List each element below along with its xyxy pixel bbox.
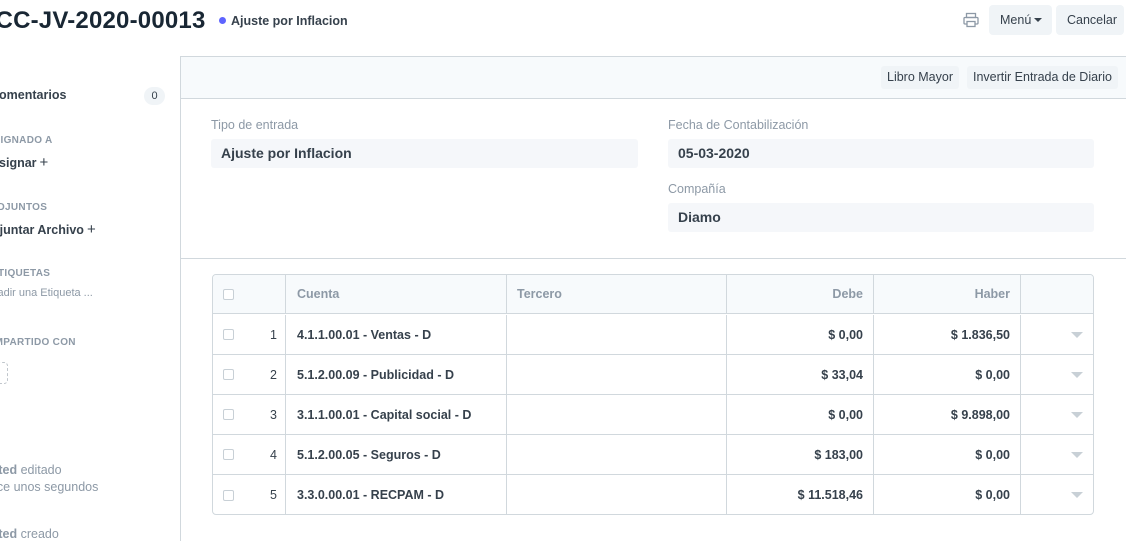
comments-count-badge: 0 xyxy=(144,87,165,105)
company-label: Compañía xyxy=(668,182,726,196)
status-label: Ajuste por Inflacion xyxy=(231,14,348,28)
general-ledger-button[interactable]: Libro Mayor xyxy=(881,66,959,89)
edited-time: hace unos segundos xyxy=(0,480,99,494)
table-row[interactable]: 4 5.1.2.00.05 - Seguros - D $ 183,00 $ 0… xyxy=(213,435,1093,475)
row-checkbox[interactable] xyxy=(223,435,234,474)
table-row[interactable]: 1 4.1.1.00.01 - Ventas - D $ 0,00 $ 1.83… xyxy=(213,315,1093,355)
row-checkbox[interactable] xyxy=(223,395,234,434)
page-header: ACC-JV-2020-00013 Ajuste por Inflacion M… xyxy=(0,0,1126,44)
credit-cell[interactable]: $ 0,00 xyxy=(874,355,1010,394)
company-field[interactable]: Diamo xyxy=(668,203,1094,232)
edited-user[interactable]: Sted xyxy=(0,463,17,477)
tags-heading: ETIQUETAS xyxy=(0,268,51,279)
add-share-button[interactable] xyxy=(0,362,8,384)
created-info: Sted creado xyxy=(0,527,59,541)
posting-date-label: Fecha de Contabilización xyxy=(668,118,809,132)
sidebar: Comentarios 0 ASIGNADO A Asignar+ ADJUNT… xyxy=(0,57,180,541)
debit-cell[interactable]: $ 11.518,46 xyxy=(727,475,863,514)
column-header-party[interactable]: Tercero xyxy=(517,275,562,313)
table-header: Cuenta Tercero Debe Haber xyxy=(213,275,1093,314)
column-header-credit[interactable]: Haber xyxy=(874,275,1010,313)
row-index: 2 xyxy=(270,367,277,382)
entry-type-field[interactable]: Ajuste por Inflacion xyxy=(211,139,638,168)
plus-icon: + xyxy=(39,154,49,171)
assign-action-label: Asignar xyxy=(0,156,37,170)
cancel-button[interactable]: Cancelar xyxy=(1056,5,1124,35)
account-cell[interactable]: 3.1.1.00.01 - Capital social - D xyxy=(297,395,471,434)
row-checkbox[interactable] xyxy=(223,315,234,354)
account-cell[interactable]: 5.1.2.00.09 - Publicidad - D xyxy=(297,355,454,394)
accounts-table: Cuenta Tercero Debe Haber 1 4.1.1.00.01 … xyxy=(212,274,1094,515)
created-text: creado xyxy=(20,527,59,541)
row-index: 1 xyxy=(270,327,277,342)
attach-file-label: Adjuntar Archivo xyxy=(0,223,84,237)
debit-cell[interactable]: $ 0,00 xyxy=(727,315,863,354)
menu-button[interactable]: Menú xyxy=(989,5,1052,35)
status-indicator: Ajuste por Inflacion xyxy=(219,14,348,28)
attach-file-action[interactable]: Adjuntar Archivo+ xyxy=(0,221,96,238)
form-toolbar: Libro Mayor Invertir Entrada de Diario xyxy=(181,57,1126,99)
credit-cell[interactable]: $ 1.836,50 xyxy=(874,315,1010,354)
account-cell[interactable]: 4.1.1.00.01 - Ventas - D xyxy=(297,315,431,354)
table-row[interactable]: 3 3.1.1.00.01 - Capital social - D $ 0,0… xyxy=(213,395,1093,435)
column-header-account[interactable]: Cuenta xyxy=(297,275,339,313)
row-checkbox[interactable] xyxy=(223,475,234,514)
menu-button-label: Menú xyxy=(1000,13,1032,27)
document-title: ACC-JV-2020-00013 xyxy=(0,7,206,34)
select-all-checkbox[interactable] xyxy=(223,275,237,313)
credit-cell[interactable]: $ 0,00 xyxy=(874,435,1010,474)
created-user[interactable]: Sted xyxy=(0,527,17,541)
table-row[interactable]: 2 5.1.2.00.09 - Publicidad - D $ 33,04 $… xyxy=(213,355,1093,395)
table-row[interactable]: 5 3.3.0.00.01 - RECPAM - D $ 11.518,46 $… xyxy=(213,475,1093,514)
posting-date-field[interactable]: 05-03-2020 xyxy=(668,139,1094,168)
edited-text: editado xyxy=(20,463,62,477)
debit-cell[interactable]: $ 33,04 xyxy=(727,355,863,394)
entry-type-label: Tipo de entrada xyxy=(211,118,299,132)
add-tag-link[interactable]: Añadir una Etiqueta ... xyxy=(0,287,93,299)
row-expand-icon[interactable] xyxy=(1071,475,1083,514)
debit-cell[interactable]: $ 0,00 xyxy=(727,395,863,434)
credit-cell[interactable]: $ 9.898,00 xyxy=(874,395,1010,434)
row-checkbox[interactable] xyxy=(223,355,234,394)
edited-info: Sted editado xyxy=(0,463,62,477)
plus-icon: + xyxy=(86,221,96,238)
row-index: 4 xyxy=(270,447,277,462)
assigned-to-heading: ASIGNADO A xyxy=(0,135,53,146)
printer-icon[interactable] xyxy=(962,11,980,29)
account-cell[interactable]: 3.3.0.00.01 - RECPAM - D xyxy=(297,475,444,514)
reverse-journal-entry-button[interactable]: Invertir Entrada de Diario xyxy=(967,66,1118,89)
credit-cell[interactable]: $ 0,00 xyxy=(874,475,1010,514)
account-cell[interactable]: 5.1.2.00.05 - Seguros - D xyxy=(297,435,441,474)
section-divider xyxy=(181,258,1126,259)
row-expand-icon[interactable] xyxy=(1071,435,1083,474)
row-index: 5 xyxy=(270,488,277,502)
status-dot xyxy=(219,17,226,24)
row-expand-icon[interactable] xyxy=(1071,355,1083,394)
caret-down-icon xyxy=(1034,18,1043,22)
debit-cell[interactable]: $ 183,00 xyxy=(727,435,863,474)
form-panel: Libro Mayor Invertir Entrada de Diario T… xyxy=(180,56,1126,541)
shared-with-heading: COMPARTIDO CON xyxy=(0,337,76,348)
attachments-heading: ADJUNTOS xyxy=(0,202,48,213)
row-index: 3 xyxy=(270,407,277,422)
row-expand-icon[interactable] xyxy=(1071,315,1083,354)
assign-action[interactable]: Asignar+ xyxy=(0,154,48,171)
sidebar-comments[interactable]: Comentarios xyxy=(0,88,66,102)
row-expand-icon[interactable] xyxy=(1071,395,1083,434)
column-header-debit[interactable]: Debe xyxy=(727,275,863,313)
